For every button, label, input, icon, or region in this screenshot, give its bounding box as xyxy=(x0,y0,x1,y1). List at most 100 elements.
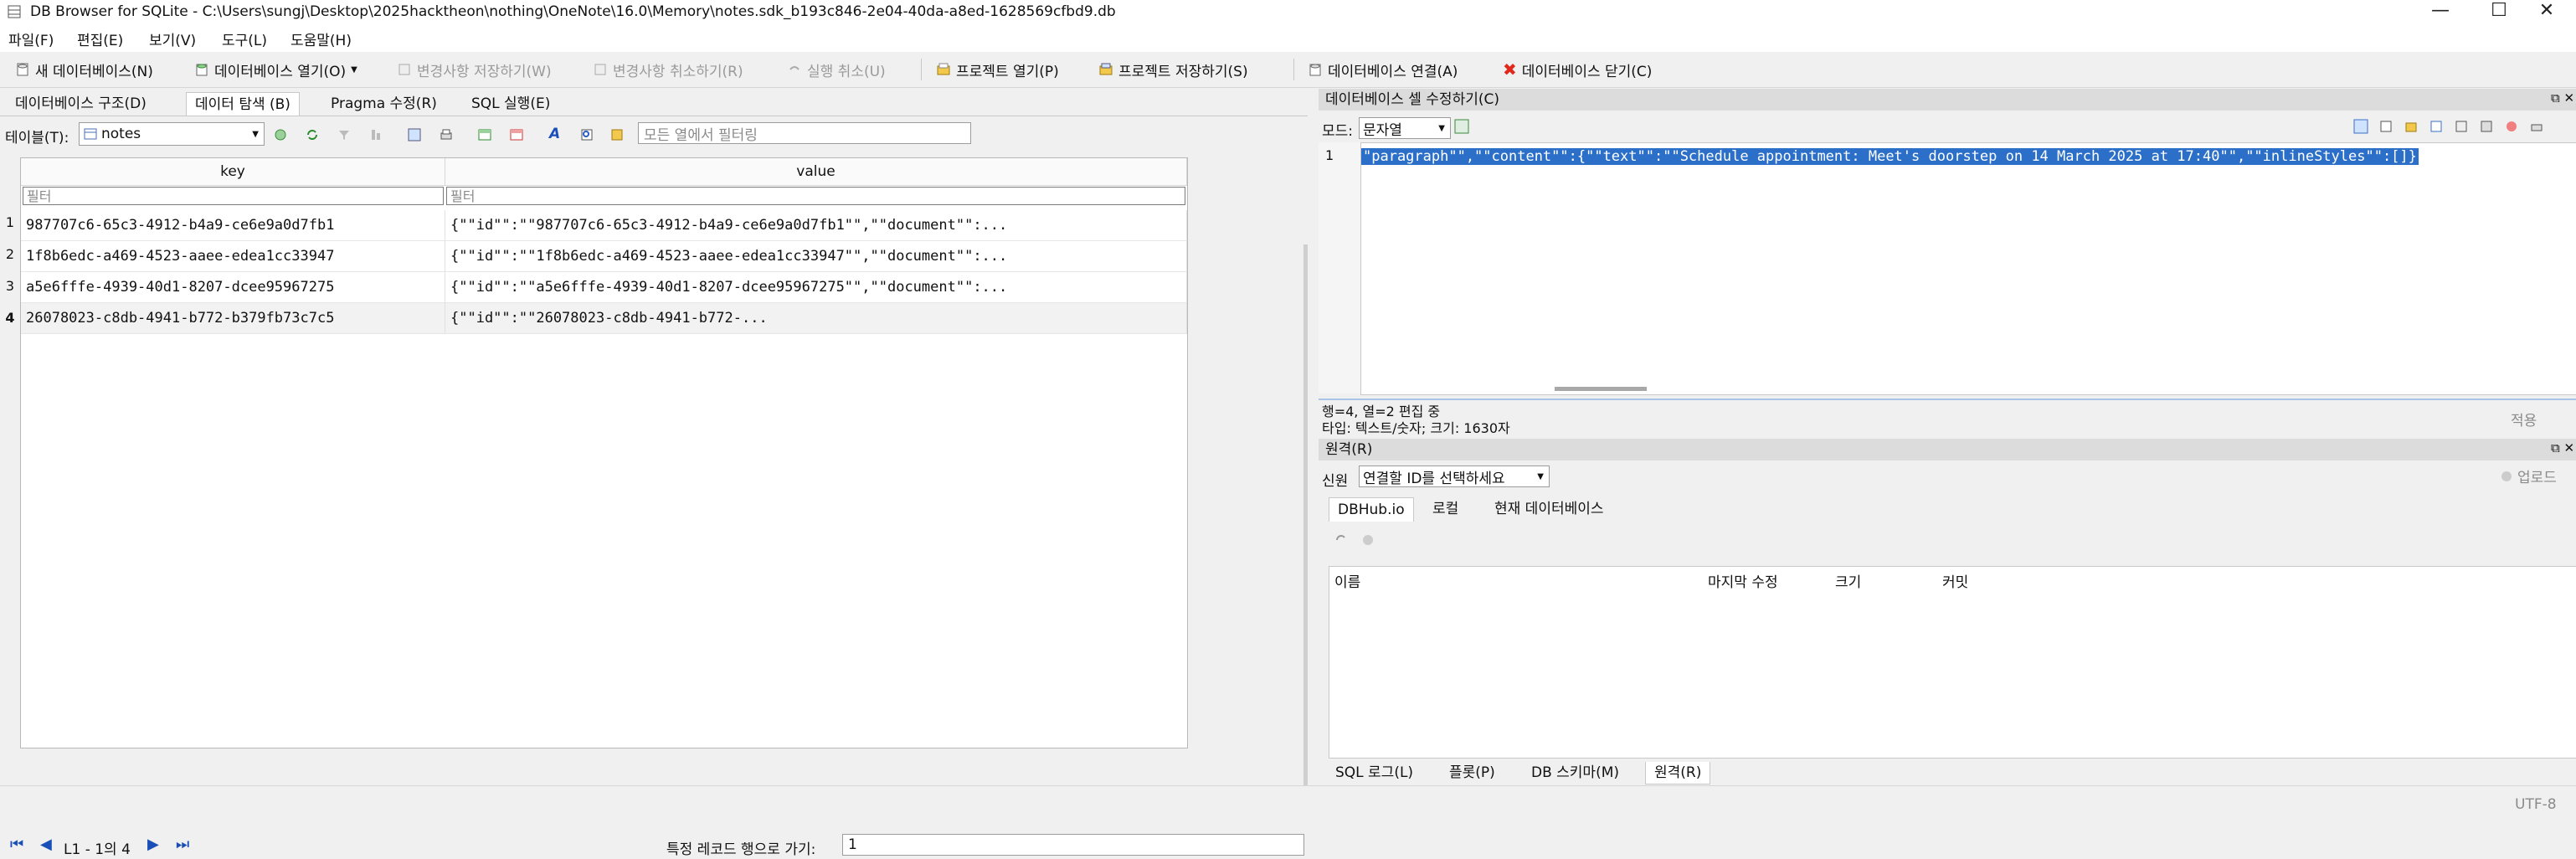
menu-edit[interactable]: 편집(E) xyxy=(77,28,123,49)
save-table-icon[interactable] xyxy=(407,127,422,142)
minimize-button[interactable]: — xyxy=(2411,0,2470,23)
close-window-button[interactable]: ✕ xyxy=(2517,0,2576,23)
cell-key[interactable]: 987707c6-65c3-4912-b4a9-ce6e9a0d7fb1 xyxy=(21,210,445,241)
revert-changes-icon xyxy=(594,64,606,75)
dropdown-arrow-icon[interactable]: ▼ xyxy=(351,65,357,75)
tab-db-schema[interactable]: DB 스키마(M) xyxy=(1523,762,1627,784)
create-index-icon[interactable] xyxy=(273,127,288,142)
cell-key[interactable]: a5e6fffe-4939-40d1-8207-dcee95967275 xyxy=(21,272,445,303)
tab-local[interactable]: 로컬 xyxy=(1424,497,1467,521)
row-number[interactable]: 4 xyxy=(0,286,20,350)
menu-help[interactable]: 도움말(H) xyxy=(291,28,352,49)
open-project-button[interactable]: 프로젝트 열기(P) xyxy=(936,59,1059,80)
tab-execute-sql[interactable]: SQL 실행(E) xyxy=(463,92,558,116)
undo-button[interactable]: 실행 취소(U) xyxy=(787,59,886,80)
delete-record-icon[interactable] xyxy=(509,127,524,142)
tab-browse-data[interactable]: 데이터 탐색 (B) xyxy=(186,92,300,116)
filter-value-input[interactable]: 필터 xyxy=(446,187,1185,205)
tab-plot[interactable]: 플롯(P) xyxy=(1441,762,1504,784)
menu-view[interactable]: 보기(V) xyxy=(149,28,196,49)
horizontal-scrollbar[interactable] xyxy=(1555,387,1647,391)
row-number-gutter: 1 2 3 4 xyxy=(0,157,20,417)
goto-record-input[interactable]: 1 xyxy=(842,834,1304,856)
print-icon[interactable] xyxy=(439,127,454,142)
column-header-name[interactable]: 이름 xyxy=(1334,570,1360,591)
tab-database-structure[interactable]: 데이터베이스 구조(D) xyxy=(7,92,155,116)
tab-edit-pragmas[interactable]: Pragma 수정(R) xyxy=(322,92,445,116)
last-record-icon[interactable]: ⏭ xyxy=(176,836,193,854)
print-icon[interactable] xyxy=(2529,119,2544,134)
evaluate-icon[interactable] xyxy=(2479,119,2494,134)
close-database-label: 데이터베이스 닫기(C) xyxy=(1521,63,1653,80)
apply-button[interactable]: 적용 xyxy=(2499,407,2548,431)
filter-all-columns-input[interactable]: 모든 열에서 필터링 xyxy=(638,122,971,144)
vertical-scrollbar[interactable] xyxy=(1303,244,1308,822)
attach-database-icon xyxy=(1309,64,1321,76)
previous-record-icon[interactable]: ◀ xyxy=(40,836,57,854)
write-changes-button[interactable]: 변경사항 저장하기(W) xyxy=(397,59,552,80)
column-header-size[interactable]: 크기 xyxy=(1835,570,1861,591)
font-format-icon[interactable]: A xyxy=(549,126,560,142)
cell-value[interactable]: {""id"":""a5e6fffe-4939-40d1-8207-dcee95… xyxy=(445,272,1187,303)
find-replace-icon[interactable] xyxy=(609,127,625,142)
line-number-gutter: 1 xyxy=(1319,142,1360,393)
clear-icon[interactable] xyxy=(2504,119,2519,134)
cell-editor-header: 데이터베이스 셀 수정하기(C) xyxy=(1319,89,2576,111)
cell-editor-textarea[interactable]: "paragraph"",""content"":{""text"":""Sch… xyxy=(1360,142,2576,395)
upload-button[interactable]: 업로드 xyxy=(2499,466,2557,486)
undock-icon[interactable]: ⧉ ✕ xyxy=(2551,440,2574,455)
find-icon[interactable] xyxy=(579,127,594,142)
table-row[interactable]: 987707c6-65c3-4912-b4a9-ce6e9a0d7fb1 {""… xyxy=(21,210,1187,241)
revert-changes-button[interactable]: 변경사항 취소하기(R) xyxy=(593,59,743,80)
menu-file[interactable]: 파일(F) xyxy=(8,28,54,49)
column-header-value[interactable]: value xyxy=(445,158,1187,186)
mode-select[interactable]: 문자열 ▼ xyxy=(1359,117,1451,139)
insert-record-icon[interactable] xyxy=(477,127,492,142)
first-record-icon[interactable]: ⏮ xyxy=(10,836,27,854)
table-row[interactable]: a5e6fffe-4939-40d1-8207-dcee95967275 {""… xyxy=(21,272,1187,303)
close-icon: ✕ xyxy=(2538,0,2555,21)
column-header-commit[interactable]: 커밋 xyxy=(1942,570,1968,591)
editor-toolbar xyxy=(2353,119,2544,134)
refresh-icon[interactable] xyxy=(1334,532,1349,548)
column-header-last-modified[interactable]: 마지막 수정 xyxy=(1708,570,1778,591)
next-record-icon[interactable]: ▶ xyxy=(147,836,164,854)
column-header-key[interactable]: key xyxy=(21,158,445,186)
cell-value[interactable]: {""id"":""26078023-c8db-4941-b772-... xyxy=(445,303,1187,334)
identity-label: 신원 xyxy=(1322,473,1349,490)
tab-remote[interactable]: 원격(R) xyxy=(1645,762,1711,784)
cell-key[interactable]: 1f8b6edc-a469-4523-aaee-edea1cc33947 xyxy=(21,241,445,272)
editor-selected-text[interactable]: "paragraph"",""content"":{""text"":""Sch… xyxy=(1361,148,2419,165)
editor-divider xyxy=(1319,399,2576,400)
text-mode-icon[interactable] xyxy=(2353,119,2368,134)
tab-sql-log[interactable]: SQL 로그(L) xyxy=(1327,762,1422,784)
open-database-button[interactable]: 데이터베이스 열기(O) ▼ xyxy=(194,59,357,80)
undock-icon[interactable]: ⧉ ✕ xyxy=(2551,90,2574,105)
close-database-button[interactable]: ✖ 데이터베이스 닫기(C) xyxy=(1503,59,1652,80)
clear-filters-icon[interactable] xyxy=(337,127,352,142)
cell-value[interactable]: {""id"":""987707c6-65c3-4912-b4a9-ce6e9a… xyxy=(445,210,1187,241)
identity-select[interactable]: 연결할 ID를 선택하세요 ▼ xyxy=(1359,466,1550,487)
table-select[interactable]: notes ▼ xyxy=(79,122,265,146)
mode-label: 모드: xyxy=(1322,123,1354,140)
export-icon[interactable] xyxy=(2429,119,2444,134)
set-null-icon[interactable] xyxy=(2454,119,2469,134)
new-database-button[interactable]: 새 데이터베이스(N) xyxy=(15,59,153,80)
menu-tools[interactable]: 도구(L) xyxy=(222,28,267,49)
table-row[interactable]: 1f8b6edc-a469-4523-aaee-edea1cc33947 {""… xyxy=(21,241,1187,272)
table-row-selected[interactable]: 26078023-c8db-4941-b772-b379fb73c7c5 {""… xyxy=(21,303,1187,334)
save-project-button[interactable]: 프로젝트 저장하기(S) xyxy=(1098,59,1248,80)
import-icon[interactable] xyxy=(2404,119,2419,134)
filter-key-input[interactable]: 필터 xyxy=(23,187,444,205)
tab-dbhub[interactable]: DBHub.io xyxy=(1329,497,1414,522)
clone-icon[interactable] xyxy=(1360,532,1375,548)
cell-value[interactable]: {""id"":""1f8b6edc-a469-4523-aaee-edea1c… xyxy=(445,241,1187,272)
auto-switch-mode-icon[interactable] xyxy=(1454,119,1469,134)
refresh-icon[interactable] xyxy=(305,127,320,142)
tab-current-database[interactable]: 현재 데이터베이스 xyxy=(1486,497,1612,521)
word-wrap-icon[interactable] xyxy=(2378,119,2393,134)
record-position: L1 - 1의 4 xyxy=(64,841,131,858)
clear-sort-icon[interactable] xyxy=(368,127,383,142)
cell-key[interactable]: 26078023-c8db-4941-b772-b379fb73c7c5 xyxy=(21,303,445,334)
attach-database-button[interactable]: 데이터베이스 연결(A) xyxy=(1308,59,1458,80)
